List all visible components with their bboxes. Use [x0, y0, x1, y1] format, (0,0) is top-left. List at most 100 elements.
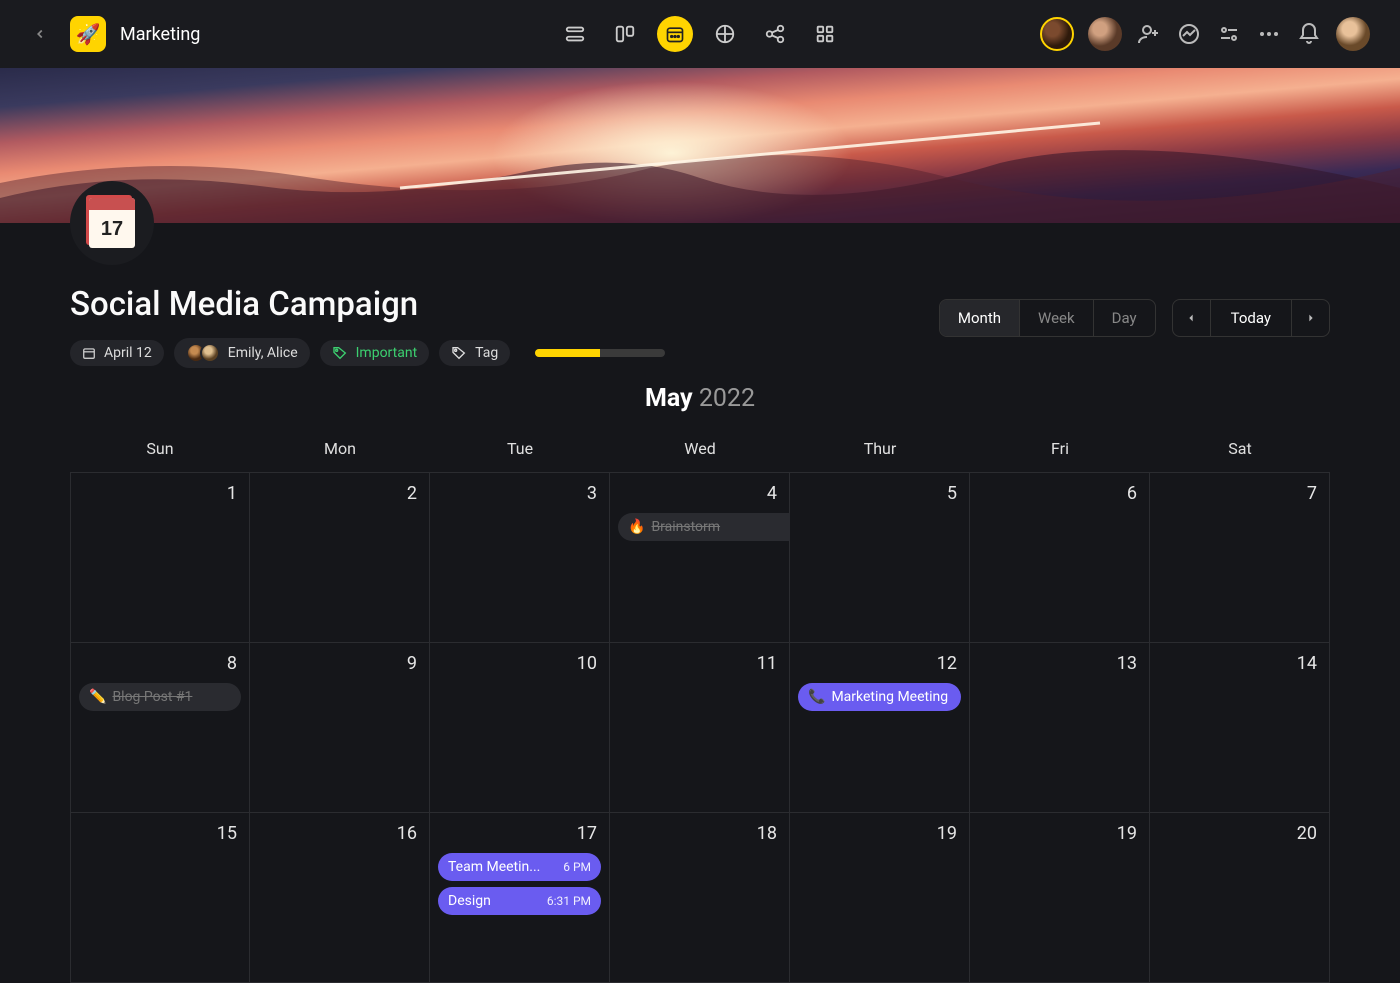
bell-icon[interactable] [1296, 21, 1322, 47]
event-emoji: 📞 [808, 689, 825, 705]
list-view-icon[interactable] [557, 16, 593, 52]
day-number: 8 [227, 653, 237, 674]
weekday-label: Thur [790, 439, 970, 458]
day-number: 19 [937, 823, 957, 844]
day-number: 15 [217, 823, 237, 844]
event-title: Brainstorm [651, 519, 720, 535]
people-chip[interactable]: Emily, Alice [174, 338, 310, 368]
view-range-segment: Month Week Day [939, 299, 1156, 337]
day-number: 18 [757, 823, 777, 844]
event-time: 6:31 PM [547, 894, 591, 908]
day-number: 12 [937, 653, 957, 674]
today-button[interactable]: Today [1211, 300, 1291, 336]
calendar-cell[interactable]: 20 [1150, 813, 1330, 983]
day-number: 20 [1297, 823, 1317, 844]
day-number: 6 [1127, 483, 1137, 504]
calendar-cell[interactable]: 17 Team Meetin...6 PM Design 6:31 PM [430, 813, 610, 983]
share-view-icon[interactable] [757, 16, 793, 52]
important-tag-label: Important [356, 345, 418, 361]
calendar-cell[interactable]: 16 [250, 813, 430, 983]
tag-chip[interactable]: Tag [439, 340, 510, 366]
calendar-cell[interactable]: 12 📞 Marketing Meeting [790, 643, 970, 813]
week-button[interactable]: Week [1020, 300, 1094, 336]
day-number: 17 [577, 823, 597, 844]
workspace-icon[interactable]: 🚀 [70, 16, 106, 52]
progress-fill [535, 349, 600, 357]
table-view-icon[interactable] [707, 16, 743, 52]
heading-section: Social Media Campaign April 12 Emily, Al… [0, 223, 1400, 368]
calendar-cell[interactable]: 19 [970, 813, 1150, 983]
calendar-cell[interactable]: 14 [1150, 643, 1330, 813]
add-member-icon[interactable] [1136, 21, 1162, 47]
event-title: Marketing Meeting [831, 689, 948, 705]
calendar-cell[interactable]: 7 [1150, 473, 1330, 643]
day-number: 9 [407, 653, 417, 674]
day-number: 19 [1117, 823, 1137, 844]
important-tag-chip[interactable]: Important [320, 340, 430, 366]
day-number: 10 [577, 653, 597, 674]
calendar-cell[interactable]: 19 [790, 813, 970, 983]
event-title: Design [448, 893, 491, 909]
settings-icon[interactable] [1216, 21, 1242, 47]
calendar-cell[interactable]: 11 [610, 643, 790, 813]
calendar-event[interactable]: Design 6:31 PM [438, 887, 601, 915]
event-emoji: 🔥 [628, 519, 645, 535]
day-number: 2 [407, 483, 417, 504]
member-avatar-1[interactable] [1040, 17, 1074, 51]
weekday-label: Mon [250, 439, 430, 458]
calendar-grid: 1234🔥Brainstorm5678✏️Blog Post #19101112… [70, 472, 1330, 983]
more-icon[interactable] [1256, 21, 1282, 47]
board-view-icon[interactable] [607, 16, 643, 52]
calendar-cell[interactable]: 6 [970, 473, 1150, 643]
calendar: Sun Mon Tue Wed Thur Fri Sat 1234🔥Brains… [0, 413, 1400, 983]
tag-label: Tag [475, 345, 498, 361]
calendar-cell[interactable]: 5 [790, 473, 970, 643]
calendar-event[interactable]: Team Meetin...6 PM [438, 853, 601, 881]
tag-icon [451, 345, 467, 361]
day-number: 1 [227, 483, 237, 504]
calendar-event[interactable]: 📞 Marketing Meeting [798, 683, 961, 711]
page-title[interactable]: Social Media Campaign [70, 285, 665, 324]
calendar-cell[interactable]: 9 [250, 643, 430, 813]
weekday-label: Wed [610, 439, 790, 458]
calendar-event[interactable]: 🔥 Brainstorm [618, 513, 790, 541]
event-time: 6 PM [563, 860, 591, 874]
calendar-event[interactable]: ✏️Blog Post #1 [79, 683, 241, 711]
calendar-cell[interactable]: 18 [610, 813, 790, 983]
day-number: 3 [587, 483, 597, 504]
calendar-cell[interactable]: 15 [70, 813, 250, 983]
calendar-small-icon [82, 346, 96, 360]
day-number: 5 [947, 483, 957, 504]
prev-button[interactable] [1173, 300, 1211, 336]
calendar-cell[interactable]: 3 [430, 473, 610, 643]
user-avatar[interactable] [1336, 17, 1370, 51]
weekday-label: Sun [70, 439, 250, 458]
progress-bar [535, 349, 665, 357]
today-segment: Today [1172, 299, 1330, 337]
calendar-cell[interactable]: 4🔥Brainstorm [610, 473, 790, 643]
people-label: Emily, Alice [228, 345, 298, 361]
calendar-cell[interactable]: 13 [970, 643, 1150, 813]
calendar-cell[interactable]: 8 ✏️Blog Post #1 [70, 643, 250, 813]
calendar-cell[interactable]: 2 [250, 473, 430, 643]
date-chip[interactable]: April 12 [70, 340, 164, 366]
calendar-view-icon[interactable] [657, 16, 693, 52]
apps-view-icon[interactable] [807, 16, 843, 52]
page-icon-badge[interactable]: 17 [70, 181, 154, 265]
weekday-label: Sat [1150, 439, 1330, 458]
next-button[interactable] [1291, 300, 1329, 336]
workspace-name[interactable]: Marketing [120, 24, 200, 45]
cover-image: 17 [0, 68, 1400, 223]
person-avatar-2 [200, 343, 220, 363]
weekday-label: Tue [430, 439, 610, 458]
calendar-icon: 17 [89, 198, 135, 248]
rocket-icon: 🚀 [76, 22, 101, 46]
activity-icon[interactable] [1176, 21, 1202, 47]
member-avatar-2[interactable] [1088, 17, 1122, 51]
day-button[interactable]: Day [1094, 300, 1155, 336]
event-title: Blog Post #1 [112, 689, 192, 705]
month-button[interactable]: Month [940, 300, 1020, 336]
calendar-cell[interactable]: 1 [70, 473, 250, 643]
back-button[interactable] [30, 24, 50, 44]
calendar-cell[interactable]: 10 [430, 643, 610, 813]
